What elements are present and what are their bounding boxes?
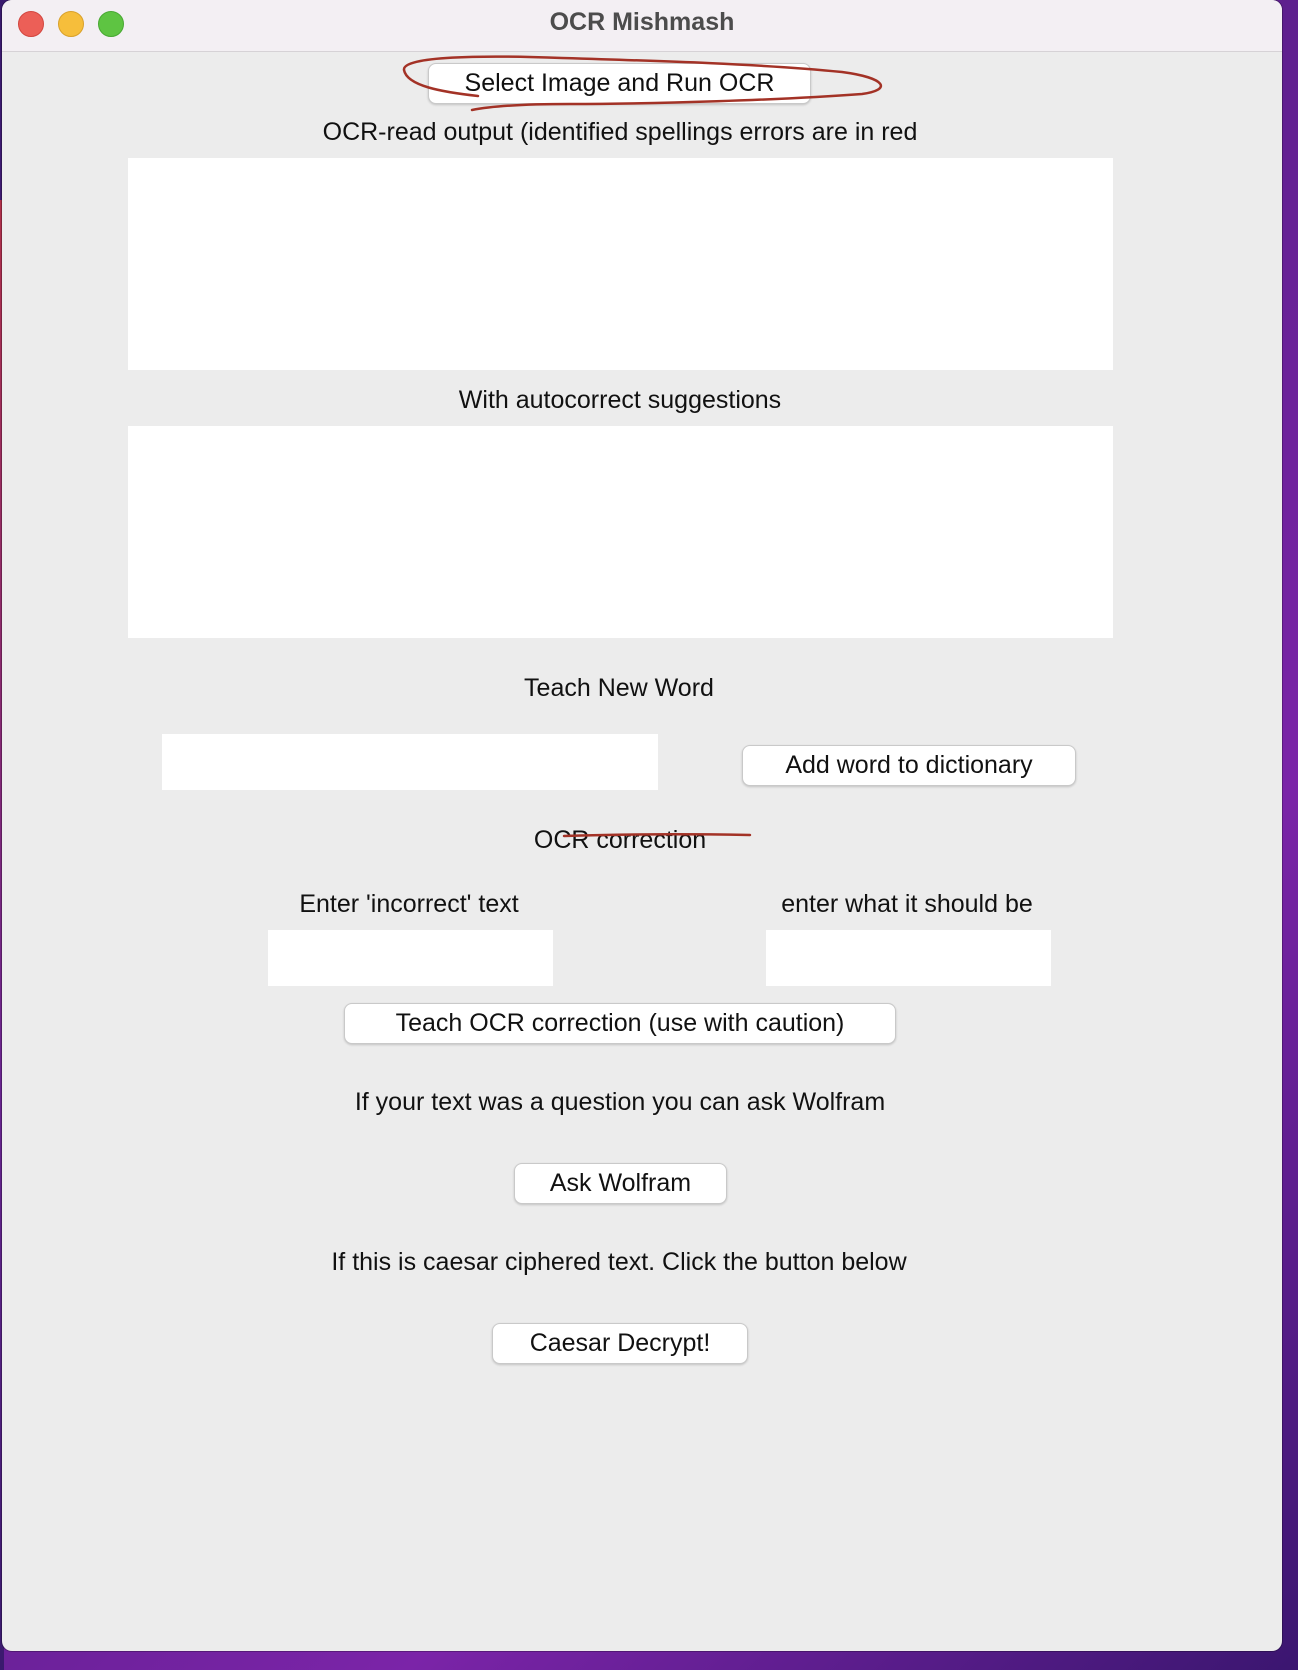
ocr-output-label: OCR-read output (identified spellings er… xyxy=(322,118,918,146)
teach-ocr-correction-button[interactable]: Teach OCR correction (use with caution) xyxy=(344,1003,896,1044)
autocorrect-label: With autocorrect suggestions xyxy=(458,386,782,414)
window-title: OCR Mishmash xyxy=(549,8,735,36)
teach-new-word-label: Teach New Word xyxy=(524,674,714,702)
new-word-input[interactable] xyxy=(162,734,658,790)
correct-text-label: enter what it should be xyxy=(781,890,1033,918)
ask-wolfram-button[interactable]: Ask Wolfram xyxy=(514,1163,727,1204)
app-window: OCR Mishmash Select Image and Run OCR OC… xyxy=(2,0,1282,1651)
ocr-correction-label: OCR correction xyxy=(533,826,707,854)
incorrect-text-input[interactable] xyxy=(268,930,553,986)
ocr-output-textarea[interactable] xyxy=(128,158,1113,370)
wolfram-prompt-label: If your text was a question you can ask … xyxy=(354,1088,886,1116)
title-bar: OCR Mishmash xyxy=(2,0,1282,52)
caesar-decrypt-button[interactable]: Caesar Decrypt! xyxy=(492,1323,748,1364)
add-word-to-dictionary-button[interactable]: Add word to dictionary xyxy=(742,745,1076,786)
caesar-prompt-label: If this is caesar ciphered text. Click t… xyxy=(331,1248,907,1276)
incorrect-text-label: Enter 'incorrect' text xyxy=(299,890,519,918)
select-image-run-ocr-button[interactable]: Select Image and Run OCR xyxy=(428,63,811,104)
correct-text-input[interactable] xyxy=(766,930,1051,986)
autocorrect-textarea[interactable] xyxy=(128,426,1113,638)
